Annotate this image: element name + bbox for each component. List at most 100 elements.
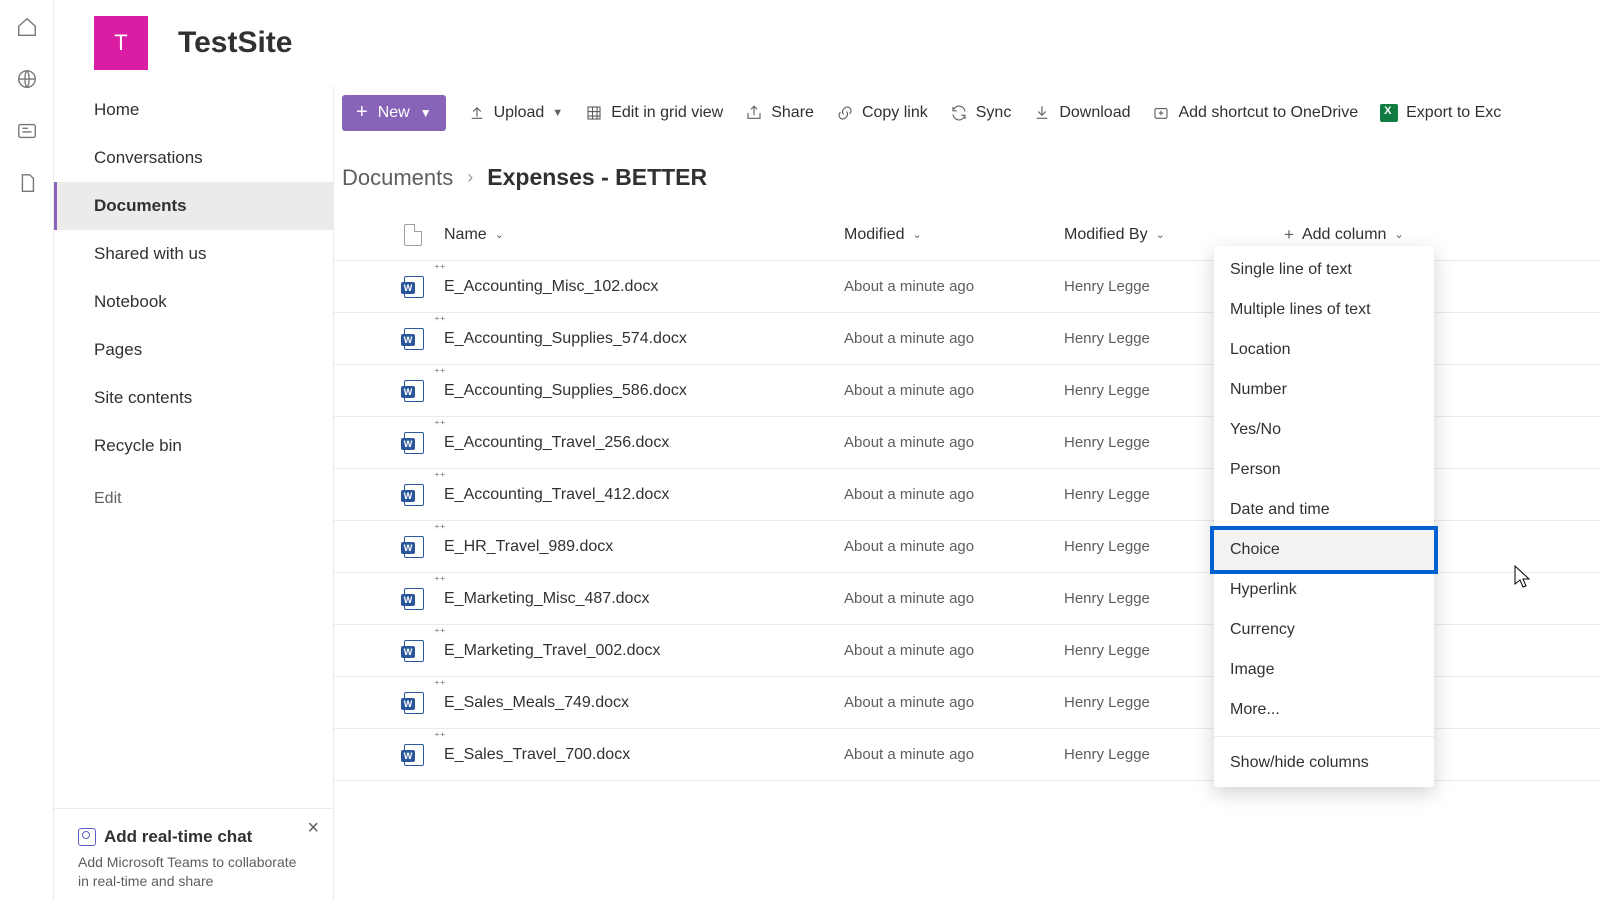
- share-button[interactable]: Share: [745, 104, 814, 122]
- menu-divider: [1214, 736, 1434, 737]
- sidebar-item-recycle-bin[interactable]: Recycle bin: [54, 422, 333, 470]
- menu-item-person[interactable]: Person: [1214, 450, 1434, 490]
- menu-item-location[interactable]: Location: [1214, 330, 1434, 370]
- add-column-button[interactable]: + Add column ⌄: [1284, 225, 1600, 245]
- new-button[interactable]: + New ▼: [342, 95, 446, 131]
- word-file-icon: [404, 692, 424, 714]
- file-name[interactable]: ⁺⁺E_Marketing_Travel_002.docx: [444, 642, 844, 660]
- nav-edit[interactable]: Edit: [54, 470, 333, 522]
- col-name[interactable]: Name ⌄: [444, 226, 844, 244]
- globe-icon[interactable]: [16, 68, 38, 90]
- breadcrumb: Documents › Expenses - BETTER: [334, 140, 1600, 201]
- chevron-right-icon: ›: [467, 167, 473, 188]
- file-name[interactable]: ⁺⁺E_HR_Travel_989.docx: [444, 538, 844, 556]
- new-indicator-icon: ⁺⁺: [434, 262, 446, 275]
- menu-item-image[interactable]: Image: [1214, 650, 1434, 690]
- col-modifiedby-label: Modified By: [1064, 226, 1148, 244]
- file-name[interactable]: ⁺⁺E_Accounting_Supplies_574.docx: [444, 330, 844, 348]
- add-column-menu: Single line of textMultiple lines of tex…: [1214, 246, 1434, 787]
- file-name[interactable]: ⁺⁺E_Accounting_Travel_256.docx: [444, 434, 844, 452]
- file-modified: About a minute ago: [844, 694, 1064, 711]
- menu-item-currency[interactable]: Currency: [1214, 610, 1434, 650]
- site-title[interactable]: TestSite: [178, 26, 292, 60]
- sync-label: Sync: [976, 104, 1012, 122]
- col-modified-label: Modified: [844, 226, 904, 244]
- breadcrumb-root[interactable]: Documents: [342, 165, 453, 191]
- plus-icon: +: [1284, 225, 1294, 245]
- file-name[interactable]: ⁺⁺E_Accounting_Misc_102.docx: [444, 278, 844, 296]
- word-file-icon: [404, 432, 424, 454]
- command-bar: + New ▼ Upload ▼ Edit in grid view Share…: [334, 86, 1600, 140]
- upload-label: Upload: [494, 104, 545, 122]
- promo-title: Add real-time chat: [78, 827, 309, 847]
- sidebar-item-shared-with-us[interactable]: Shared with us: [54, 230, 333, 278]
- site-logo[interactable]: T: [94, 16, 148, 70]
- sidebar-item-pages[interactable]: Pages: [54, 326, 333, 374]
- home-icon[interactable]: [16, 16, 38, 38]
- chevron-down-icon: ⌄: [1156, 228, 1165, 241]
- files-icon[interactable]: [16, 172, 38, 194]
- col-modified-by[interactable]: Modified By ⌄: [1064, 226, 1284, 244]
- word-file-icon: [404, 380, 424, 402]
- file-modified: About a minute ago: [844, 746, 1064, 763]
- sidebar-item-notebook[interactable]: Notebook: [54, 278, 333, 326]
- grid-view-button[interactable]: Edit in grid view: [585, 104, 723, 122]
- add-shortcut-button[interactable]: Add shortcut to OneDrive: [1152, 104, 1358, 122]
- excel-icon: [1380, 104, 1398, 122]
- file-name[interactable]: ⁺⁺E_Accounting_Supplies_586.docx: [444, 382, 844, 400]
- chevron-down-icon: ⌄: [912, 228, 921, 241]
- file-name[interactable]: ⁺⁺E_Marketing_Misc_487.docx: [444, 590, 844, 608]
- upload-button[interactable]: Upload ▼: [468, 104, 564, 122]
- file-name[interactable]: ⁺⁺E_Sales_Travel_700.docx: [444, 746, 844, 764]
- new-indicator-icon: ⁺⁺: [434, 418, 446, 431]
- share-label: Share: [771, 104, 814, 122]
- menu-item-show-hide-columns[interactable]: Show/hide columns: [1214, 743, 1434, 783]
- grid-label: Edit in grid view: [611, 104, 723, 122]
- copy-link-button[interactable]: Copy link: [836, 104, 928, 122]
- download-button[interactable]: Download: [1033, 104, 1130, 122]
- menu-item-multiple-lines-of-text[interactable]: Multiple lines of text: [1214, 290, 1434, 330]
- col-name-label: Name: [444, 226, 487, 244]
- file-modified: About a minute ago: [844, 642, 1064, 659]
- sidebar-item-documents[interactable]: Documents: [54, 182, 333, 230]
- sidebar-item-conversations[interactable]: Conversations: [54, 134, 333, 182]
- site-header: T TestSite: [54, 0, 1600, 86]
- teams-icon: [78, 828, 96, 846]
- chevron-down-icon: ▼: [420, 106, 432, 120]
- menu-item-yes-no[interactable]: Yes/No: [1214, 410, 1434, 450]
- chevron-down-icon: ⌄: [1394, 228, 1403, 241]
- new-indicator-icon: ⁺⁺: [434, 470, 446, 483]
- close-icon[interactable]: ×: [307, 817, 319, 840]
- file-modified: About a minute ago: [844, 486, 1064, 503]
- doc-type-icon[interactable]: [404, 224, 422, 246]
- col-modified[interactable]: Modified ⌄: [844, 226, 1064, 244]
- new-indicator-icon: ⁺⁺: [434, 678, 446, 691]
- app-rail: [0, 0, 54, 900]
- export-excel-button[interactable]: Export to Exc: [1380, 104, 1501, 122]
- chat-promo-card: × Add real-time chat Add Microsoft Teams…: [54, 808, 333, 900]
- file-name[interactable]: ⁺⁺E_Accounting_Travel_412.docx: [444, 486, 844, 504]
- copylink-label: Copy link: [862, 104, 928, 122]
- menu-item-number[interactable]: Number: [1214, 370, 1434, 410]
- news-icon[interactable]: [16, 120, 38, 142]
- file-modified: About a minute ago: [844, 590, 1064, 607]
- promo-body: Add Microsoft Teams to collaborate in re…: [78, 853, 309, 892]
- sidebar-item-home[interactable]: Home: [54, 86, 333, 134]
- chevron-down-icon: ⌄: [495, 228, 504, 241]
- file-modified: About a minute ago: [844, 538, 1064, 555]
- promo-title-text: Add real-time chat: [104, 827, 252, 847]
- file-modified: About a minute ago: [844, 330, 1064, 347]
- menu-item-choice[interactable]: Choice: [1214, 530, 1434, 570]
- file-modified: About a minute ago: [844, 382, 1064, 399]
- sync-button[interactable]: Sync: [950, 104, 1012, 122]
- word-file-icon: [404, 588, 424, 610]
- file-name[interactable]: ⁺⁺E_Sales_Meals_749.docx: [444, 694, 844, 712]
- new-indicator-icon: ⁺⁺: [434, 626, 446, 639]
- menu-item-more-[interactable]: More...: [1214, 690, 1434, 730]
- menu-item-single-line-of-text[interactable]: Single line of text: [1214, 250, 1434, 290]
- word-file-icon: [404, 536, 424, 558]
- sidebar-item-site-contents[interactable]: Site contents: [54, 374, 333, 422]
- menu-item-date-and-time[interactable]: Date and time: [1214, 490, 1434, 530]
- menu-item-hyperlink[interactable]: Hyperlink: [1214, 570, 1434, 610]
- export-label: Export to Exc: [1406, 104, 1501, 122]
